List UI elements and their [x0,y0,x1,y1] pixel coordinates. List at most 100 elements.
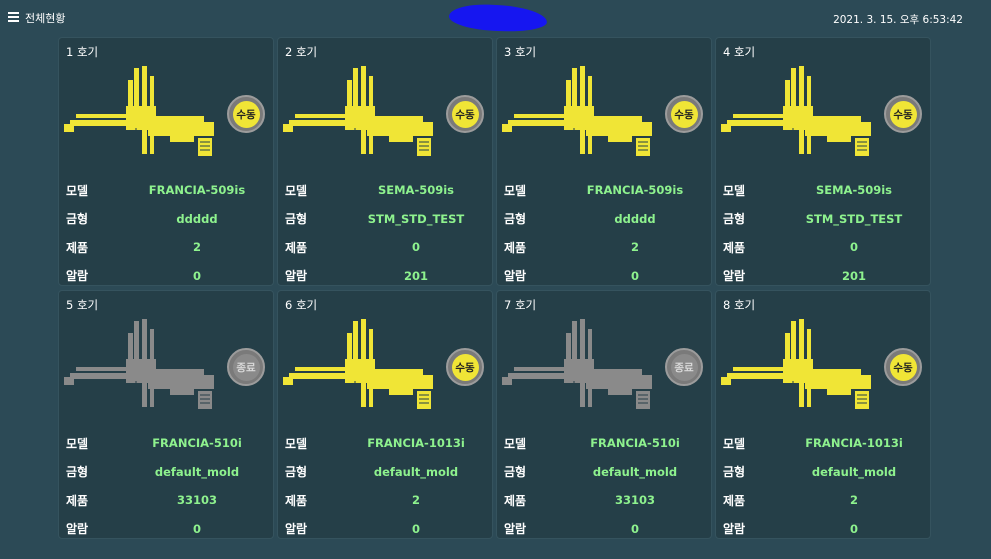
product-value: 2 [849,493,858,508]
machine-info: 모델 FRANCIA-1013i 금형 default_mold 제품 2 알람… [716,429,930,539]
mode-status-button[interactable]: 수동 [665,95,703,133]
product-value: 2 [192,240,201,255]
mold-value: ddddd [176,211,218,226]
model-row: 모델 FRANCIA-510i [497,429,711,458]
machine-card-7[interactable]: 7 호기 종료 모델 FRANCIA-510i 금형 default_mold … [496,290,712,539]
mold-label: 금형 [285,465,308,480]
product-value: 33103 [176,493,217,508]
mode-status-button[interactable]: 수동 [884,348,922,386]
alarm-row: 알람 201 [278,262,492,286]
machine-info: 모델 FRANCIA-510i 금형 default_mold 제품 33103… [497,429,711,539]
mold-value: ddddd [614,211,656,226]
mode-status-label: 수동 [889,100,917,128]
alarm-row: 알람 0 [59,515,273,539]
redaction-mark [448,3,548,33]
alarm-label: 알람 [504,522,527,537]
mode-status-button[interactable]: 수동 [446,348,484,386]
machine-name: 7 호기 [504,298,537,312]
model-value: FRANCIA-1013i [367,436,465,451]
machine-card-8[interactable]: 8 호기 수동 모델 FRANCIA-1013i 금형 default_mold… [715,290,931,539]
product-label: 제품 [723,240,746,255]
mode-status-label: 수동 [451,353,479,381]
product-label: 제품 [285,240,308,255]
mold-value: default_mold [592,464,678,479]
mode-status-button[interactable]: 수동 [884,95,922,133]
product-row: 제품 2 [497,233,711,262]
alarm-row: 알람 0 [497,515,711,539]
product-row: 제품 33103 [497,486,711,515]
mold-label: 금형 [285,212,308,227]
model-label: 모델 [66,436,89,451]
model-value: FRANCIA-509is [586,183,684,198]
mold-label: 금형 [723,465,746,480]
mode-status-label: 수동 [451,100,479,128]
machine-name: 3 호기 [504,45,537,59]
robot-arm-icon [721,319,871,409]
mold-row: 금형 default_mold [278,458,492,487]
mold-row: 금형 default_mold [497,458,711,487]
robot-arm-icon [502,66,652,156]
product-row: 제품 0 [278,233,492,262]
model-label: 모델 [504,436,527,451]
model-row: 모델 SEMA-509is [716,176,930,205]
mode-status-button[interactable]: 종료 [665,348,703,386]
model-value: FRANCIA-510i [590,436,680,451]
product-row: 제품 33103 [59,486,273,515]
model-row: 모델 FRANCIA-509is [497,176,711,205]
mode-status-button[interactable]: 수동 [446,95,484,133]
mold-row: 금형 ddddd [497,205,711,234]
machine-name: 2 호기 [285,45,318,59]
model-value: SEMA-509is [377,183,455,198]
alarm-row: 알람 0 [59,262,273,286]
mold-row: 금형 STM_STD_TEST [716,205,930,234]
machine-card-6[interactable]: 6 호기 수동 모델 FRANCIA-1013i 금형 default_mold… [277,290,493,539]
alarm-row: 알람 0 [716,515,930,539]
model-label: 모델 [285,183,308,198]
product-value: 2 [411,493,420,508]
machine-card-3[interactable]: 3 호기 수동 모델 FRANCIA-509is 금형 ddddd 제품 2 알… [496,37,712,286]
alarm-row: 알람 201 [716,262,930,286]
model-value: FRANCIA-1013i [805,436,903,451]
robot-arm-icon [64,66,214,156]
mode-status-label: 종료 [232,353,260,381]
product-value: 2 [630,240,639,255]
alarm-row: 알람 0 [497,262,711,286]
mode-status-label: 수동 [889,353,917,381]
alarm-value: 201 [403,268,428,283]
mode-status-label: 종료 [670,353,698,381]
machine-card-5[interactable]: 5 호기 종료 모델 FRANCIA-510i 금형 default_mold … [58,290,274,539]
model-label: 모델 [285,436,308,451]
mold-label: 금형 [66,465,89,480]
hamburger-menu-icon[interactable] [8,12,19,23]
alarm-label: 알람 [66,269,89,284]
machine-name: 1 호기 [66,45,99,59]
mold-value: STM_STD_TEST [805,211,903,226]
alarm-label: 알람 [723,522,746,537]
machine-card-1[interactable]: 1 호기 수동 모델 FRANCIA-509is 금형 ddddd 제품 2 알… [58,37,274,286]
machine-info: 모델 FRANCIA-1013i 금형 default_mold 제품 2 알람… [278,429,492,538]
mode-status-button[interactable]: 수동 [227,95,265,133]
mode-status-label: 수동 [670,100,698,128]
mode-status-button[interactable]: 종료 [227,348,265,386]
mold-label: 금형 [504,212,527,227]
mold-value: STM_STD_TEST [367,211,465,226]
top-bar: 전체현황 2021. 3. 15. 오후 6:53:42 [0,0,991,36]
mold-value: default_mold [154,464,240,479]
machine-card-2[interactable]: 2 호기 수동 모델 SEMA-509is 금형 STM_STD_TEST 제품… [277,37,493,286]
robot-arm-icon [502,319,652,409]
machine-card-4[interactable]: 4 호기 수동 모델 SEMA-509is 금형 STM_STD_TEST 제품… [715,37,931,286]
alarm-value: 0 [630,521,639,536]
model-label: 모델 [504,183,527,198]
alarm-label: 알람 [66,522,89,537]
machine-name: 6 호기 [285,298,318,312]
product-label: 제품 [66,493,89,508]
alarm-value: 0 [411,521,420,536]
alarm-value: 0 [849,521,858,536]
model-row: 모델 FRANCIA-509is [59,176,273,205]
model-value: FRANCIA-510i [152,436,242,451]
product-label: 제품 [723,493,746,508]
product-row: 제품 0 [716,233,930,262]
model-label: 모델 [723,436,746,451]
model-row: 모델 FRANCIA-1013i [278,429,492,458]
alarm-label: 알람 [285,269,308,284]
